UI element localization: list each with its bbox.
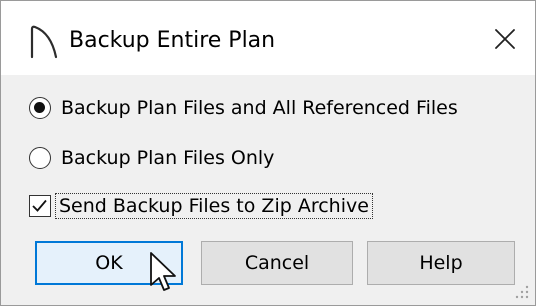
cancel-button[interactable]: Cancel [201,241,353,285]
radio-plan-only[interactable]: Backup Plan Files Only [29,143,274,173]
arc-icon [30,25,58,59]
zip-archive-label: Send Backup Files to Zip Archive [55,193,373,219]
checkmark-icon [32,199,47,212]
radio-all-files-label: Backup Plan Files and All Referenced Fil… [61,97,458,119]
resize-grip-icon[interactable] [513,283,531,301]
help-button[interactable]: Help [367,241,515,285]
radio-all-files[interactable]: Backup Plan Files and All Referenced Fil… [29,93,458,123]
zip-archive-checkbox[interactable] [29,195,51,217]
dialog-title: Backup Entire Plan [69,28,276,53]
close-icon[interactable] [489,23,521,55]
ok-button[interactable]: OK [35,241,183,285]
radio-plan-only-button[interactable] [29,147,51,169]
backup-dialog: Backup Entire Plan Backup Plan Files and… [0,0,536,306]
title-bar: Backup Entire Plan [1,1,535,75]
radio-plan-only-label: Backup Plan Files Only [61,147,275,169]
radio-all-files-button[interactable] [29,97,51,119]
zip-archive-option[interactable]: Send Backup Files to Zip Archive [29,191,373,221]
